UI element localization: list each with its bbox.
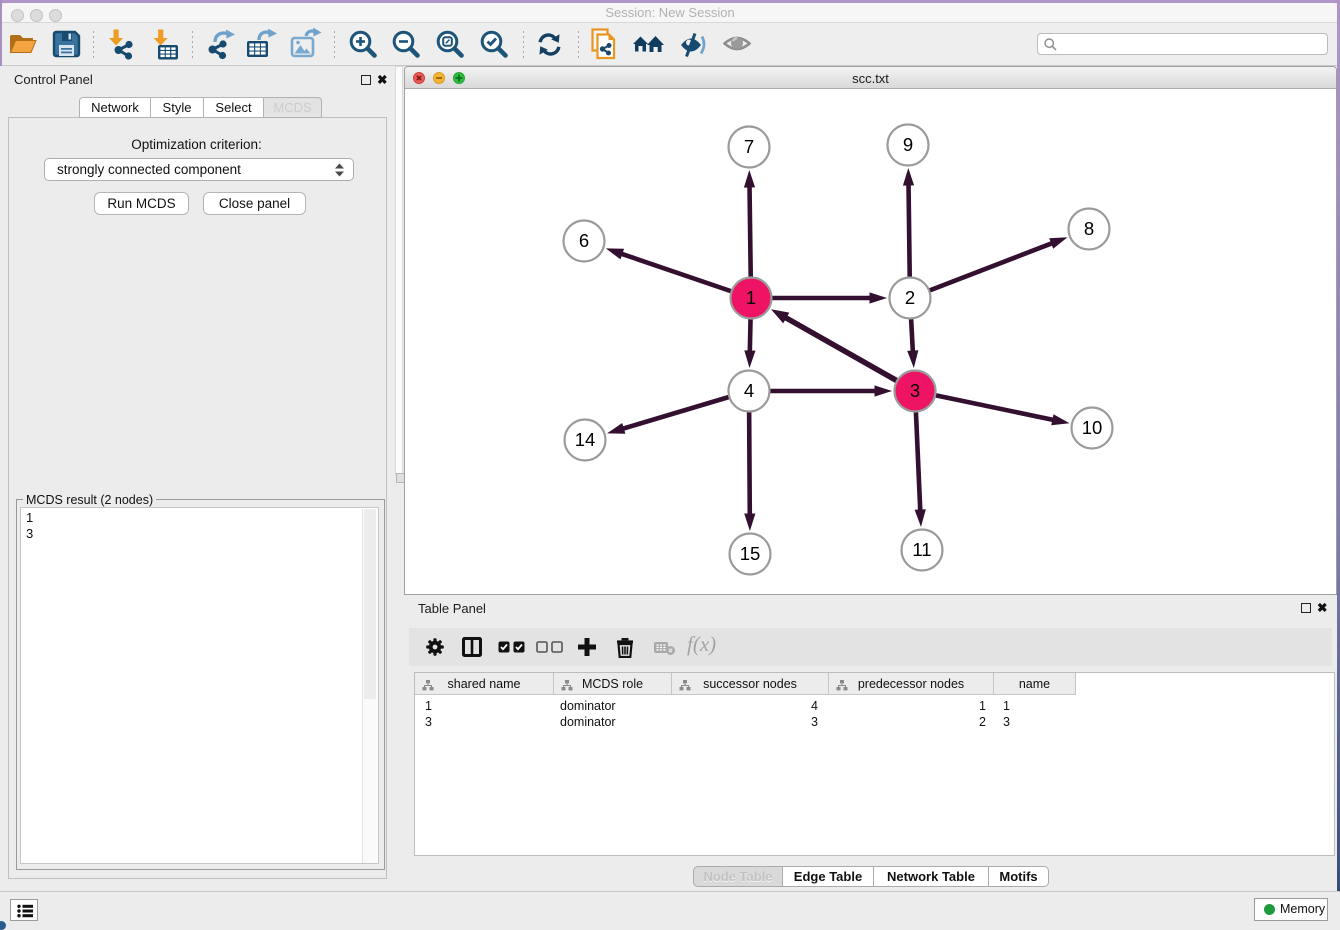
- svg-text:11: 11: [912, 539, 931, 560]
- svg-text:9: 9: [903, 134, 913, 155]
- svg-text:1: 1: [746, 287, 756, 308]
- svg-text:7: 7: [744, 136, 754, 157]
- svg-text:15: 15: [740, 543, 761, 564]
- svg-text:8: 8: [1084, 218, 1094, 239]
- svg-text:4: 4: [744, 380, 754, 401]
- svg-text:6: 6: [579, 230, 589, 251]
- svg-text:3: 3: [910, 380, 920, 401]
- svg-text:2: 2: [905, 287, 915, 308]
- svg-text:14: 14: [575, 429, 596, 450]
- svg-text:10: 10: [1082, 417, 1103, 438]
